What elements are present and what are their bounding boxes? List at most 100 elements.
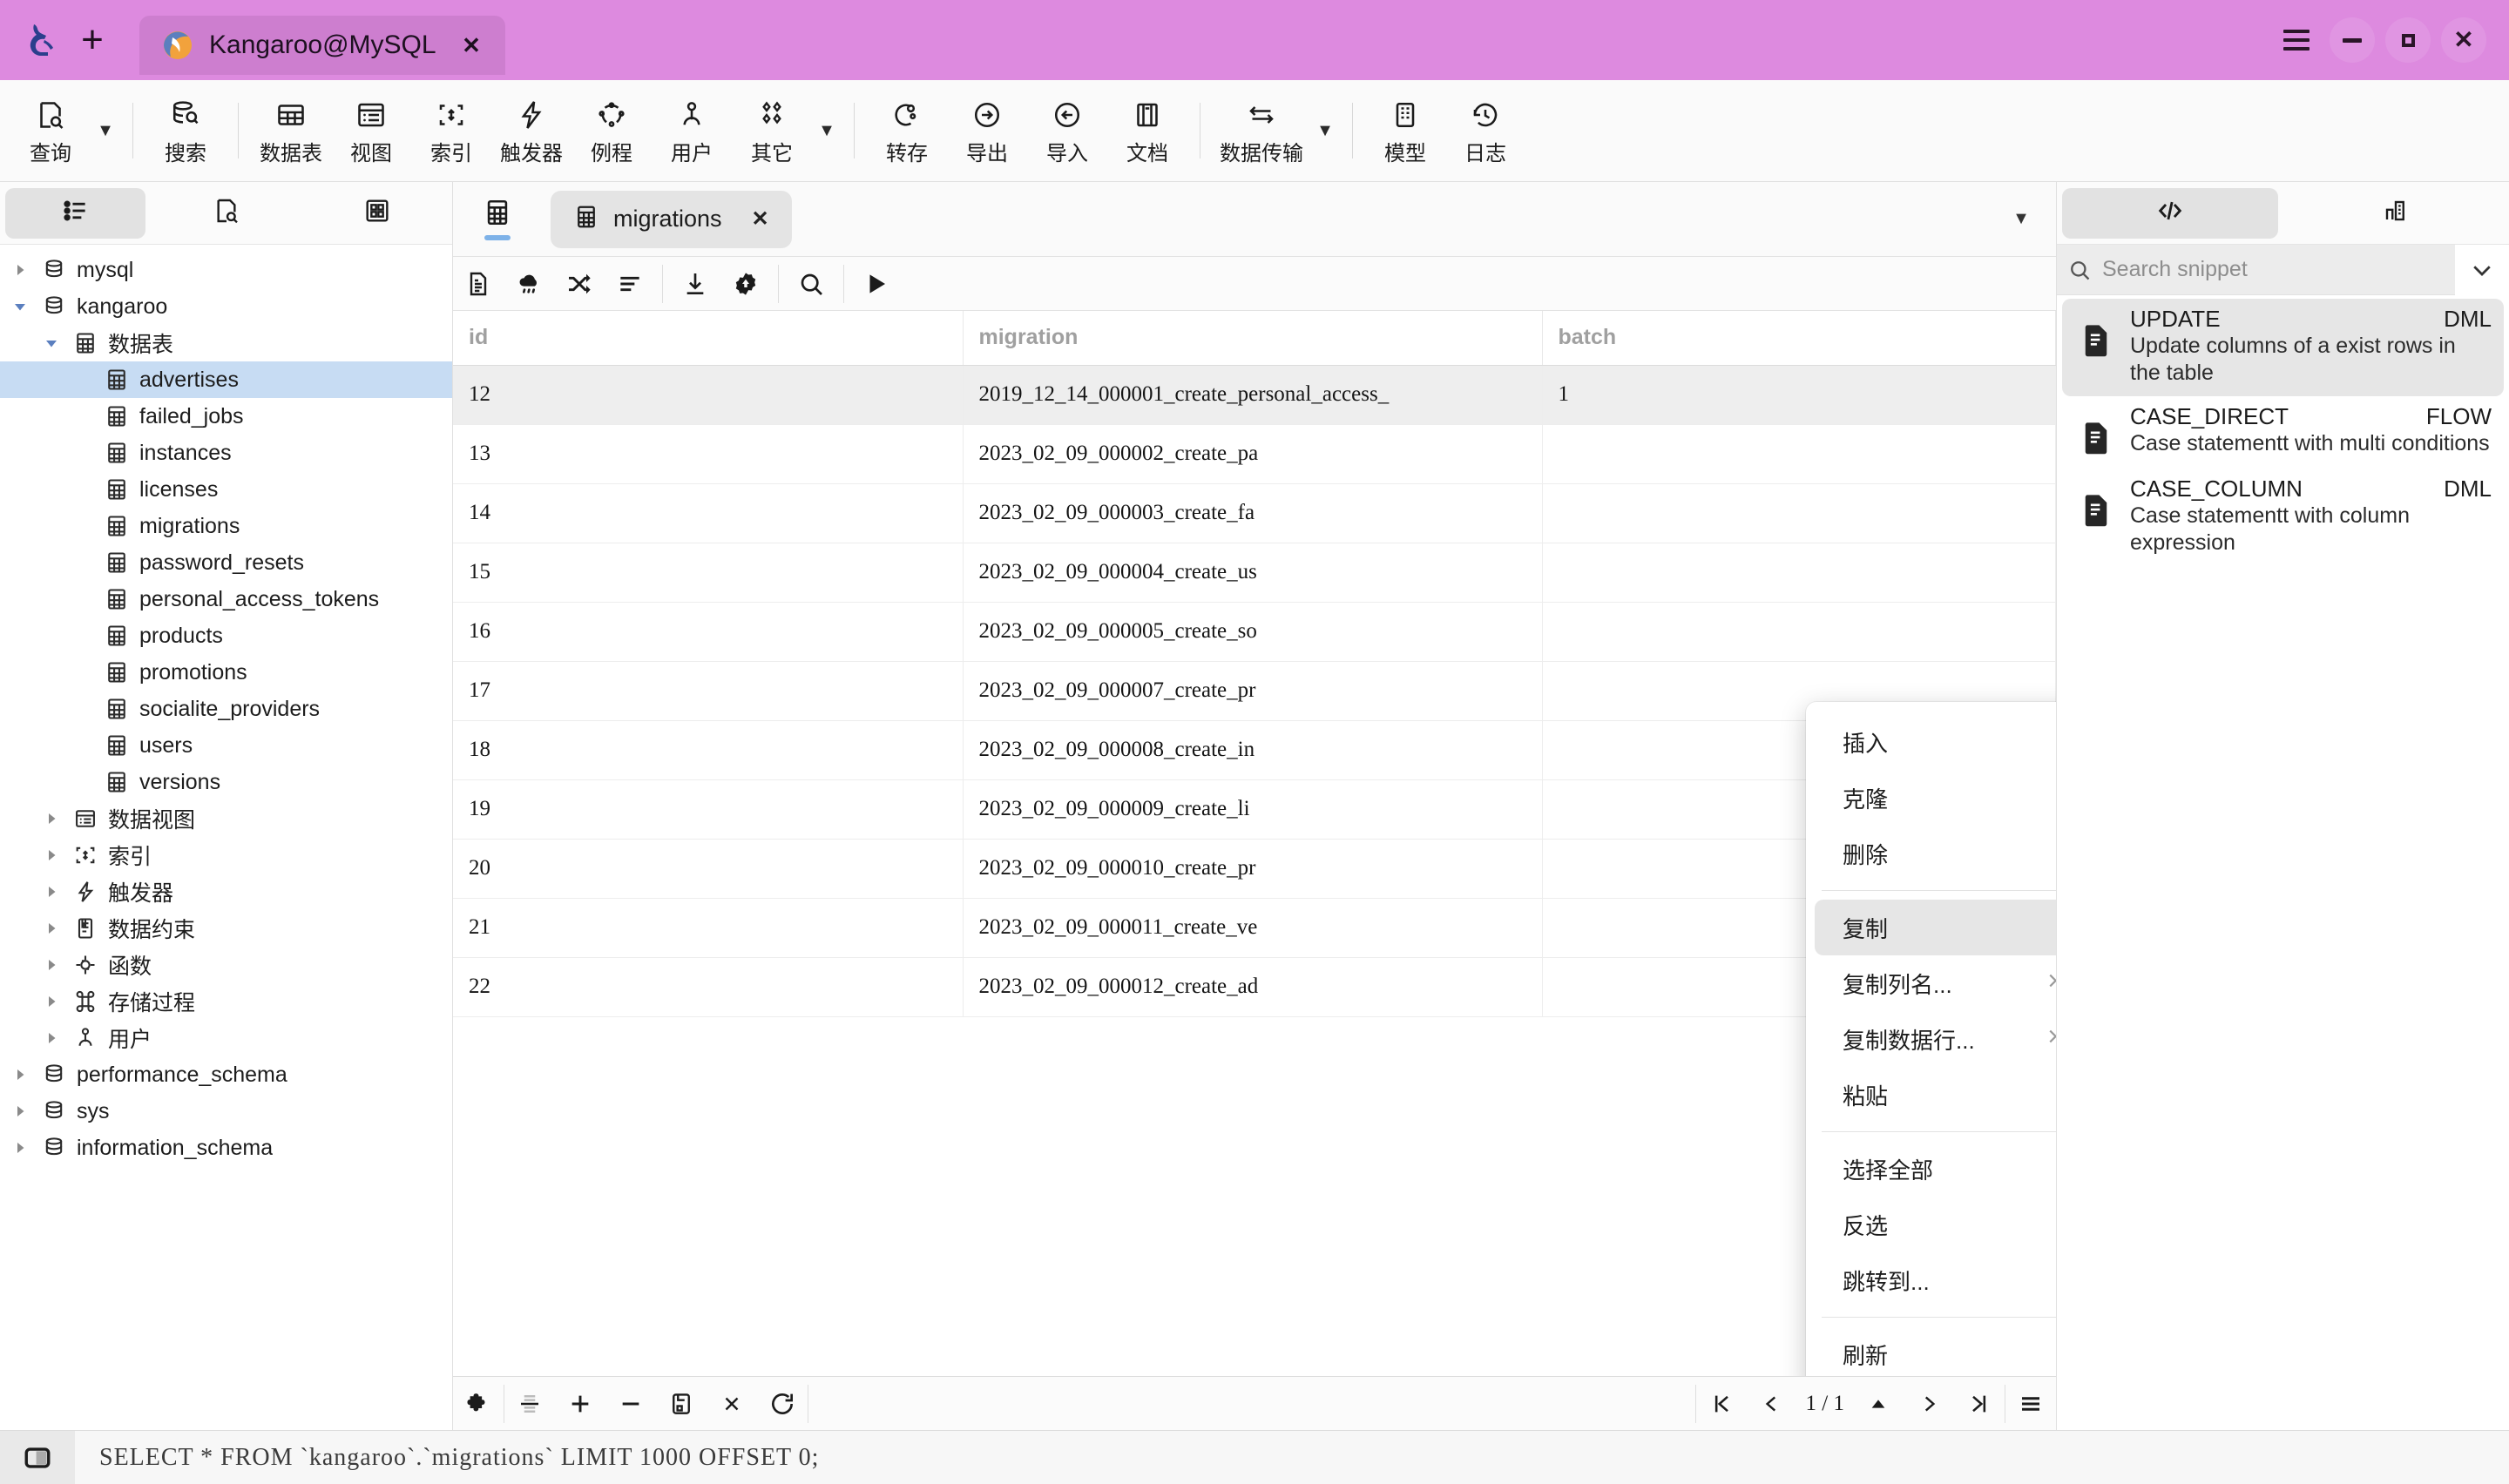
connection-tab[interactable]: Kangaroo@MySQL ✕ — [139, 16, 505, 75]
cell-migration[interactable]: 2023_02_09_000007_create_pr — [963, 661, 1543, 721]
tree-item[interactable]: 索引 — [0, 837, 452, 874]
tree-item[interactable]: 数据视图 — [0, 800, 452, 837]
tree-item[interactable]: 存储过程 — [0, 983, 452, 1020]
context-menu-item[interactable]: 反选 — [1815, 1197, 2056, 1252]
context-menu-item[interactable]: 粘贴 — [1815, 1067, 2056, 1123]
toolbar-button-transfer[interactable]: 数据传输 — [1213, 87, 1310, 174]
chevron-right-icon[interactable] — [40, 811, 63, 826]
tree-item[interactable]: 用户 — [0, 1020, 452, 1056]
cancel-icon[interactable] — [707, 1378, 757, 1430]
tree-item[interactable]: personal_access_tokens — [0, 581, 452, 617]
table-row[interactable]: 15 2023_02_09_000004_create_us — [453, 543, 2056, 603]
cell-migration[interactable]: 2023_02_09_000009_create_li — [963, 779, 1543, 840]
plugin-icon[interactable] — [453, 1378, 504, 1430]
cell-id[interactable]: 15 — [453, 543, 964, 603]
tree-item[interactable]: products — [0, 617, 452, 654]
chevron-down-icon[interactable] — [2455, 244, 2509, 295]
tree-item[interactable]: advertises — [0, 361, 452, 398]
other-dropdown-caret-icon[interactable]: ▼ — [812, 87, 842, 174]
tab-structure[interactable] — [2289, 188, 2505, 239]
table-row[interactable]: 13 2023_02_09_000002_create_pa — [453, 424, 2056, 484]
run-icon[interactable] — [851, 258, 902, 310]
toolbar-button-triggers[interactable]: 触发器 — [491, 87, 571, 174]
tree-item[interactable]: migrations — [0, 508, 452, 544]
toolbar-button-routines[interactable]: 例程 — [571, 87, 652, 174]
chevron-right-icon[interactable] — [9, 1140, 31, 1156]
cell-batch[interactable] — [1542, 483, 2056, 543]
window-minimize-button[interactable] — [2330, 17, 2375, 63]
last-page-button[interactable] — [1954, 1378, 2005, 1430]
sidebar-item-query-search[interactable] — [156, 188, 296, 239]
grid-context-menu[interactable]: 插入 克隆 删除 复制 复制列名... 复制数据行... 粘贴 选择全部 反选 跳转到... 刷新 — [1806, 702, 2056, 1376]
chevron-right-icon[interactable] — [40, 921, 63, 936]
window-maximize-button[interactable] — [2385, 17, 2431, 63]
context-menu-item[interactable]: 跳转到... — [1815, 1252, 2056, 1308]
sidebar-item-grid-view[interactable] — [307, 188, 447, 239]
cell-id[interactable]: 21 — [453, 898, 964, 958]
cell-migration[interactable]: 2023_02_09_000005_create_so — [963, 602, 1543, 662]
chevron-down-icon[interactable] — [9, 299, 31, 314]
toolbar-button-import[interactable]: 导入 — [1027, 87, 1107, 174]
chevron-right-icon[interactable] — [9, 262, 31, 278]
sort-icon[interactable] — [605, 258, 655, 310]
context-menu-item[interactable]: 复制数据行... — [1815, 1011, 2056, 1067]
snippet-search-bar[interactable] — [2057, 244, 2509, 295]
save-row-icon[interactable] — [656, 1378, 707, 1430]
toolbar-button-dump[interactable]: 转存 — [867, 87, 947, 174]
list-item[interactable]: UPDATE DML Update columns of a exist rows … — [2062, 299, 2504, 396]
cell-id[interactable]: 17 — [453, 661, 964, 721]
cell-id[interactable]: 18 — [453, 720, 964, 780]
cell-batch[interactable] — [1542, 543, 2056, 603]
table-row[interactable]: 14 2023_02_09_000003_create_fa — [453, 483, 2056, 543]
chevron-right-icon[interactable] — [40, 957, 63, 973]
cell-batch[interactable]: 1 — [1542, 365, 2056, 425]
tab-home-button[interactable] — [470, 188, 524, 251]
chevron-right-icon[interactable] — [9, 1103, 31, 1119]
cell-id[interactable]: 22 — [453, 957, 964, 1017]
context-menu-item[interactable]: 插入 — [1815, 714, 2056, 770]
cell-migration[interactable]: 2023_02_09_000011_create_ve — [963, 898, 1543, 958]
toolbar-button-model[interactable]: 模型 — [1365, 87, 1445, 174]
cell-id[interactable]: 12 — [453, 365, 964, 425]
context-menu-item[interactable]: 选择全部 — [1815, 1141, 2056, 1197]
toolbar-button-log[interactable]: 日志 — [1445, 87, 1525, 174]
window-close-button[interactable]: ✕ — [2441, 17, 2486, 63]
query-dropdown-caret-icon[interactable]: ▼ — [91, 87, 120, 174]
chevron-down-icon[interactable] — [40, 335, 63, 351]
shuffle-icon[interactable] — [554, 258, 605, 310]
sidebar-item-object-list[interactable] — [5, 187, 145, 239]
cell-migration[interactable]: 2023_02_09_000003_create_fa — [963, 483, 1543, 543]
cell-migration[interactable]: 2023_02_09_000004_create_us — [963, 543, 1543, 603]
page-up-icon[interactable] — [1853, 1378, 1904, 1430]
tree-item[interactable]: 数据表 — [0, 325, 452, 361]
tree-item[interactable]: users — [0, 727, 452, 764]
cell-migration[interactable]: 2023_02_09_000010_create_pr — [963, 839, 1543, 899]
chevron-right-icon[interactable] — [40, 1030, 63, 1046]
object-tree[interactable]: mysql kangaroo 数据表 advertises failed_jobs ins… — [0, 245, 452, 1430]
list-item[interactable]: CASE_COLUMN DML Case statementt with colum… — [2062, 469, 2504, 566]
toolbar-button-export[interactable]: 导出 — [947, 87, 1027, 174]
cell-id[interactable]: 13 — [453, 424, 964, 484]
snippet-list[interactable]: UPDATE DML Update columns of a exist rows … — [2057, 295, 2509, 1430]
chevron-right-icon[interactable] — [40, 994, 63, 1009]
cell-id[interactable]: 20 — [453, 839, 964, 899]
tree-item[interactable]: mysql — [0, 252, 452, 288]
refresh-icon[interactable] — [757, 1378, 808, 1430]
tabstrip-dropdown-caret-icon[interactable]: ▼ — [1995, 191, 2047, 248]
transfer-dropdown-caret-icon[interactable]: ▼ — [1310, 87, 1340, 174]
connection-tab-close-icon[interactable]: ✕ — [456, 32, 486, 59]
toolbar-button-other[interactable]: 其它 — [732, 87, 812, 174]
search-icon[interactable] — [786, 258, 836, 310]
tree-item[interactable]: licenses — [0, 471, 452, 508]
toolbar-button-indexes[interactable]: 索引 — [411, 87, 491, 174]
tree-item[interactable]: information_schema — [0, 1130, 452, 1166]
tab-close-icon[interactable]: ✕ — [752, 206, 769, 232]
cell-migration[interactable]: 2023_02_09_000002_create_pa — [963, 424, 1543, 484]
toolbar-button-doc[interactable]: 文档 — [1107, 87, 1187, 174]
context-menu-item[interactable]: 复制列名... — [1815, 955, 2056, 1011]
tree-item[interactable]: socialite_providers — [0, 691, 452, 727]
first-page-button[interactable] — [1696, 1378, 1747, 1430]
tree-item[interactable]: promotions — [0, 654, 452, 691]
prev-page-button[interactable] — [1747, 1378, 1797, 1430]
rain-cloud-icon[interactable] — [504, 258, 554, 310]
